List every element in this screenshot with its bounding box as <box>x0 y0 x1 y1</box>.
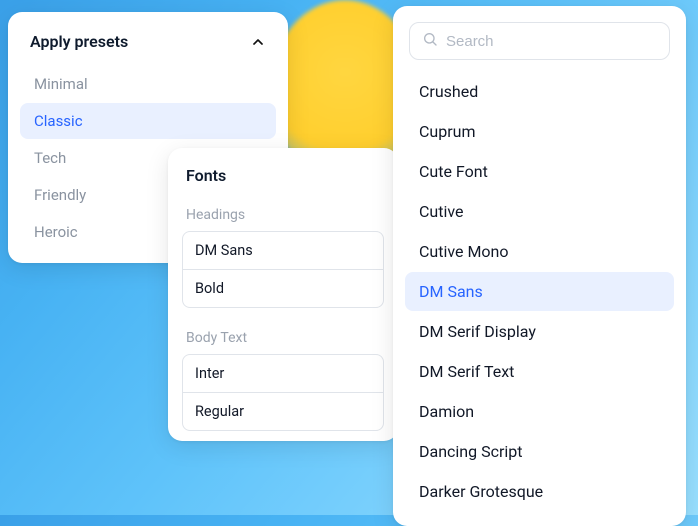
presets-header[interactable]: Apply presets <box>16 28 280 65</box>
body-group: Inter Regular <box>182 354 384 431</box>
fonts-title: Fonts <box>182 166 384 199</box>
headings-family-select[interactable]: DM Sans <box>182 231 384 269</box>
font-item[interactable]: Cute Font <box>405 152 674 191</box>
search-field[interactable] <box>409 22 670 60</box>
font-item[interactable]: DM Serif Display <box>405 312 674 351</box>
font-item[interactable]: Cuprum <box>405 112 674 151</box>
body-family-select[interactable]: Inter <box>182 354 384 392</box>
body-family-value: Inter <box>195 365 224 382</box>
headings-label: Headings <box>182 199 384 231</box>
body-label: Body Text <box>182 322 384 354</box>
headings-weight-value: Bold <box>195 280 224 297</box>
preset-item-classic[interactable]: Classic <box>20 103 276 139</box>
font-list-panel: CrushedCuprumCute FontCutiveCutive MonoD… <box>393 6 686 526</box>
font-item[interactable]: Damion <box>405 392 674 431</box>
headings-family-value: DM Sans <box>195 242 253 259</box>
presets-title: Apply presets <box>30 32 128 51</box>
body-weight-value: Regular <box>195 403 244 420</box>
font-item[interactable]: Darker Grotesque <box>405 472 674 511</box>
preset-item-minimal[interactable]: Minimal <box>20 66 276 102</box>
font-item[interactable]: Cutive Mono <box>405 232 674 271</box>
search-input[interactable] <box>446 33 657 50</box>
font-item[interactable]: Dancing Script <box>405 432 674 471</box>
font-list: CrushedCuprumCute FontCutiveCutive MonoD… <box>401 72 678 511</box>
font-item[interactable]: DM Serif Text <box>405 352 674 391</box>
search-icon <box>422 31 438 51</box>
font-item[interactable]: Cutive <box>405 192 674 231</box>
chevron-up-icon <box>250 34 266 50</box>
body-weight-select[interactable]: Regular <box>182 392 384 431</box>
headings-group: DM Sans Bold <box>182 231 384 308</box>
headings-weight-select[interactable]: Bold <box>182 269 384 308</box>
fonts-panel: Fonts Headings DM Sans Bold Body Text In… <box>168 148 398 441</box>
font-item[interactable]: DM Sans <box>405 272 674 311</box>
font-item[interactable]: Crushed <box>405 72 674 111</box>
